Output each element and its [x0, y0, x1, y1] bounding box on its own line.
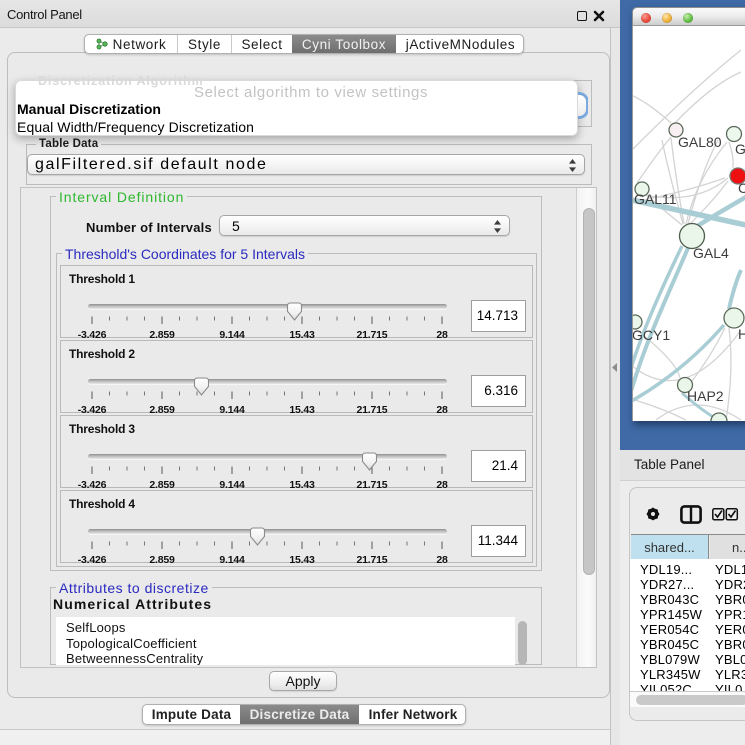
svg-text:GA: GA: [735, 141, 745, 157]
svg-text:GAL11: GAL11: [634, 191, 677, 207]
svg-text:GAL80: GAL80: [678, 134, 722, 150]
svg-text:GCY1: GCY1: [633, 327, 670, 343]
svg-text:GAL4: GAL4: [693, 245, 729, 261]
svg-text:HAP2: HAP2: [687, 388, 724, 404]
svg-text:C: C: [738, 180, 745, 196]
svg-text:H: H: [738, 326, 745, 342]
